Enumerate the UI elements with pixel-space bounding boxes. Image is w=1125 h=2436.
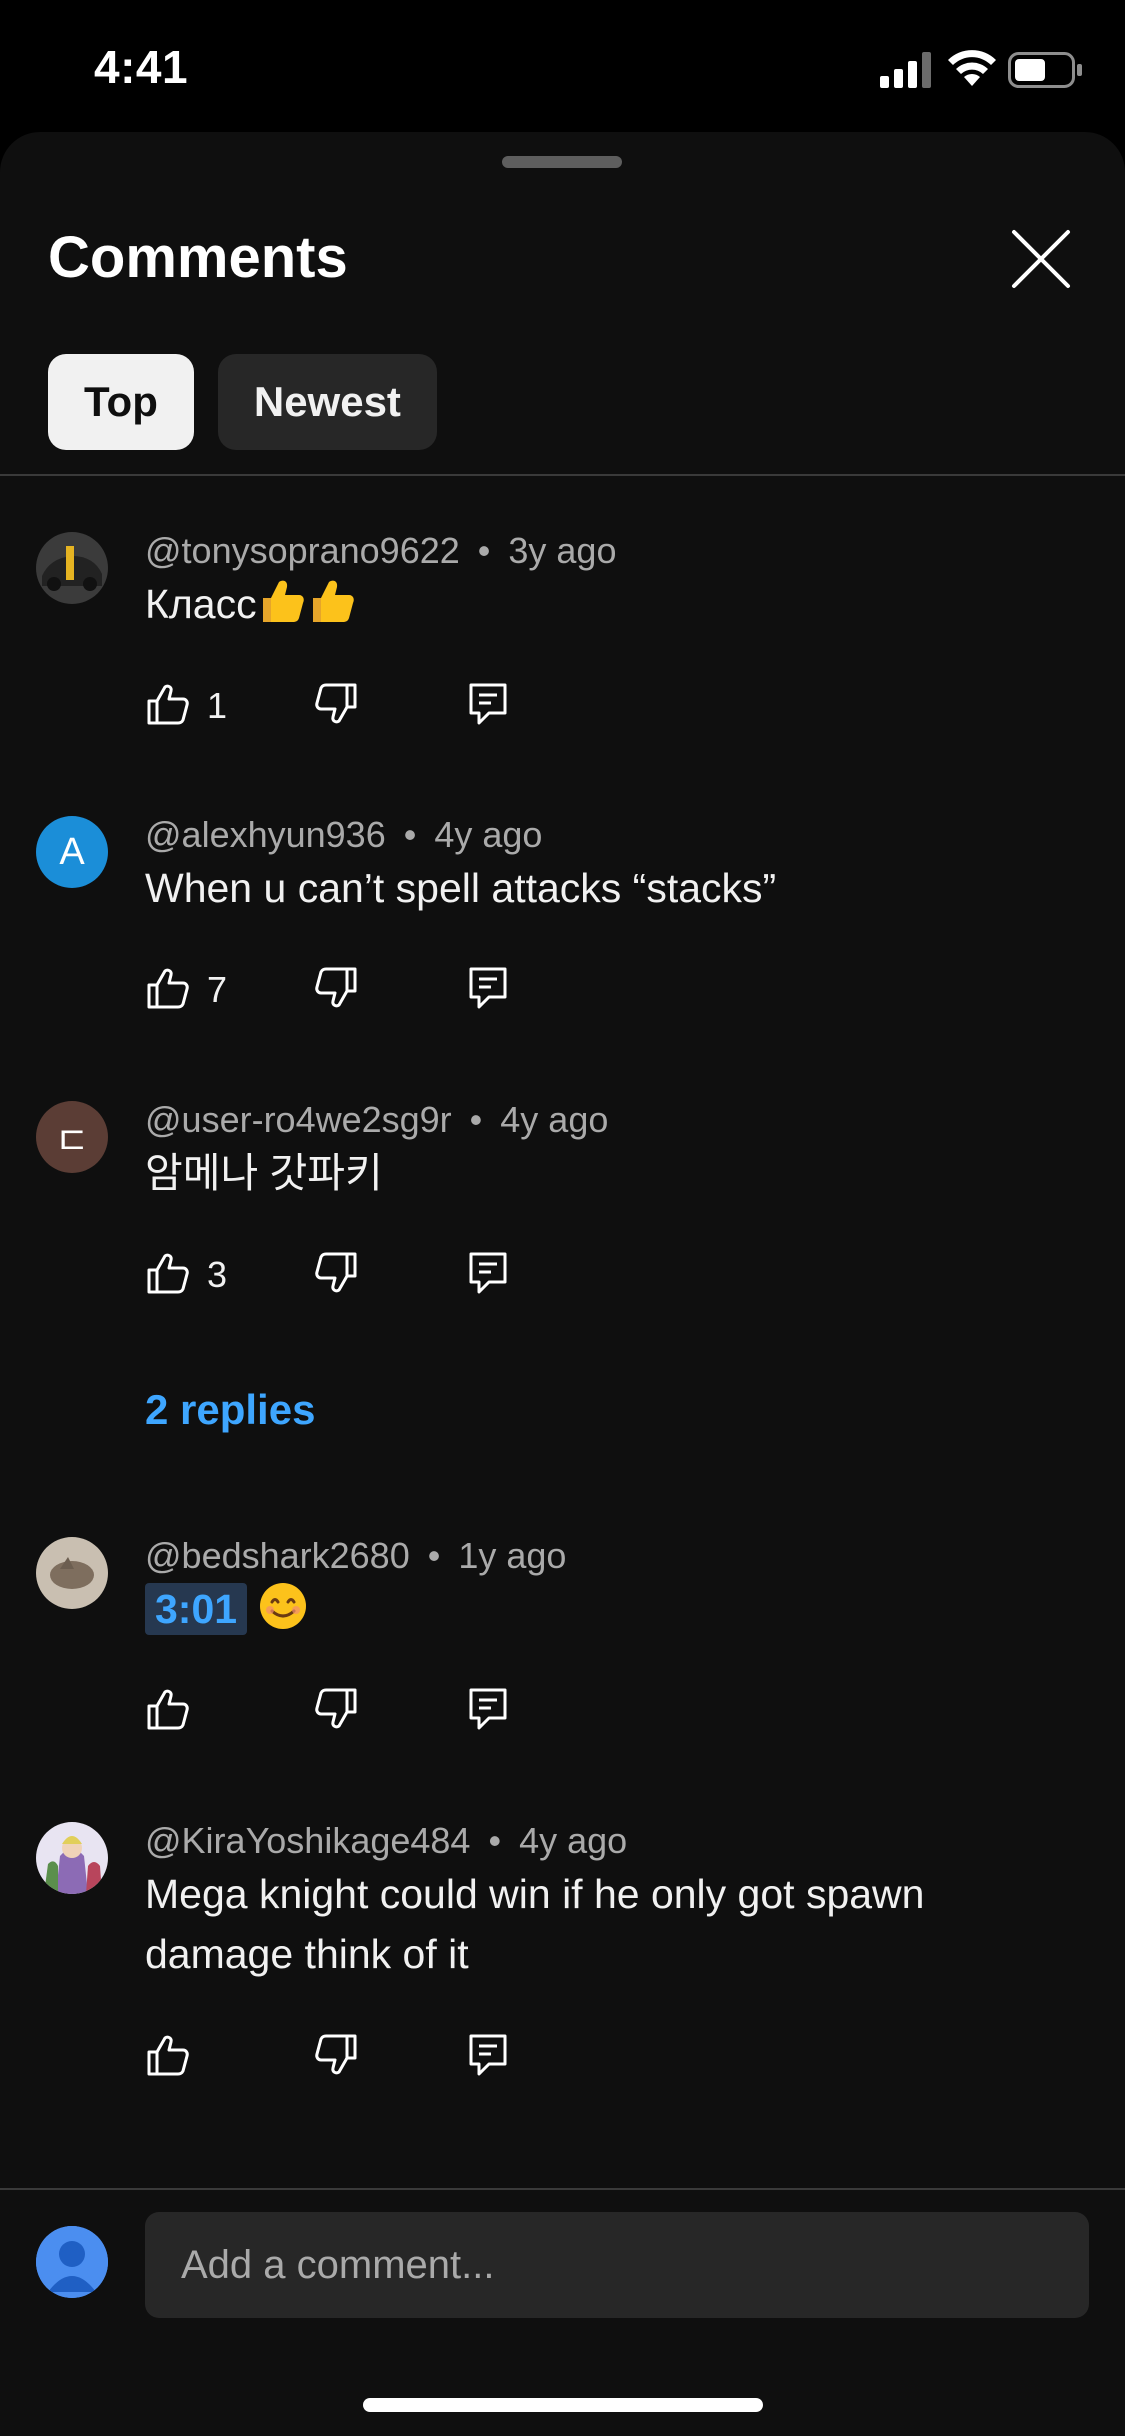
home-indicator — [363, 2398, 763, 2412]
user-avatar-icon — [36, 2226, 108, 2298]
comment-composer — [0, 2188, 1125, 2436]
user-avatar[interactable] — [36, 2226, 108, 2298]
add-comment-input[interactable] — [145, 2212, 1089, 2318]
